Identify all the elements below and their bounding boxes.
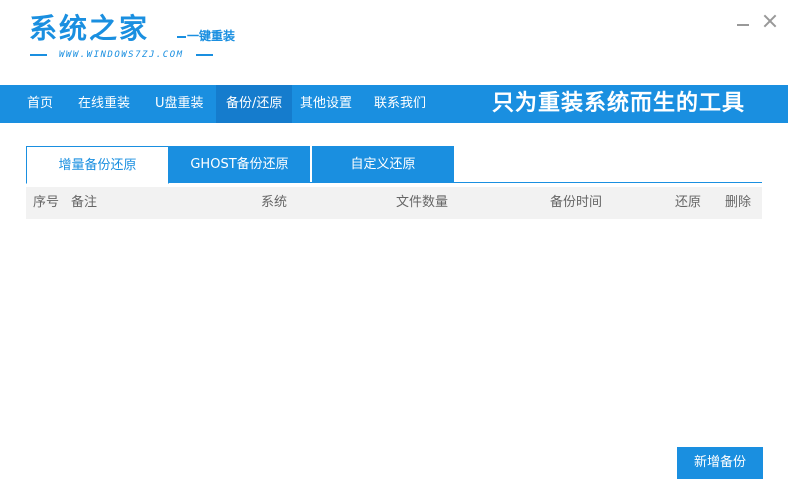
column-header-delete: 删除 bbox=[725, 195, 752, 210]
backup-table-header: 序号 备注 系统 文件数量 备份时间 还原 删除 bbox=[26, 187, 762, 219]
nav-item-backup-restore[interactable]: 备份/还原 bbox=[216, 85, 293, 123]
nav-item-online-reinstall[interactable]: 在线重装 bbox=[68, 85, 140, 123]
logo-dash-left bbox=[30, 54, 47, 56]
nav-item-contact-us[interactable]: 联系我们 bbox=[364, 85, 436, 123]
tab-incremental-backup[interactable]: 增量备份还原 bbox=[26, 146, 169, 184]
nav-item-usb-reinstall[interactable]: U盘重装 bbox=[145, 85, 214, 123]
app-logo-subtitle: 一键重装 bbox=[177, 27, 235, 44]
main-nav-bar: 首页 在线重装 U盘重装 备份/还原 其他设置 联系我们 只为重装系统而生的工具 bbox=[0, 85, 788, 123]
nav-item-other-settings[interactable]: 其他设置 bbox=[290, 85, 362, 123]
app-logo-url: WWW.WINDOWS7ZJ.COM bbox=[59, 50, 184, 60]
column-header-index: 序号 bbox=[33, 195, 60, 210]
nav-item-home[interactable]: 首页 bbox=[17, 85, 63, 123]
nav-slogan: 只为重装系统而生的工具 bbox=[492, 91, 746, 116]
tab-ghost-backup[interactable]: GHOST备份还原 bbox=[169, 146, 310, 183]
column-header-backup-time: 备份时间 bbox=[550, 195, 603, 210]
logo-dash-right bbox=[195, 54, 213, 56]
column-header-restore: 还原 bbox=[675, 195, 702, 210]
backup-table-body bbox=[26, 219, 762, 429]
new-backup-button[interactable]: 新增备份 bbox=[677, 447, 763, 479]
backup-tabs: 增量备份还原 GHOST备份还原 自定义还原 bbox=[26, 146, 762, 184]
column-header-system: 系统 bbox=[261, 195, 288, 210]
column-header-file-count: 文件数量 bbox=[396, 195, 449, 210]
minimize-icon[interactable] bbox=[734, 12, 752, 30]
app-logo-url-row: WWW.WINDOWS7ZJ.COM bbox=[30, 50, 213, 60]
column-header-note: 备注 bbox=[71, 195, 98, 210]
tab-custom-restore[interactable]: 自定义还原 bbox=[312, 146, 454, 183]
close-icon[interactable] bbox=[761, 12, 779, 30]
app-logo-title: 系统之家 bbox=[29, 12, 150, 45]
